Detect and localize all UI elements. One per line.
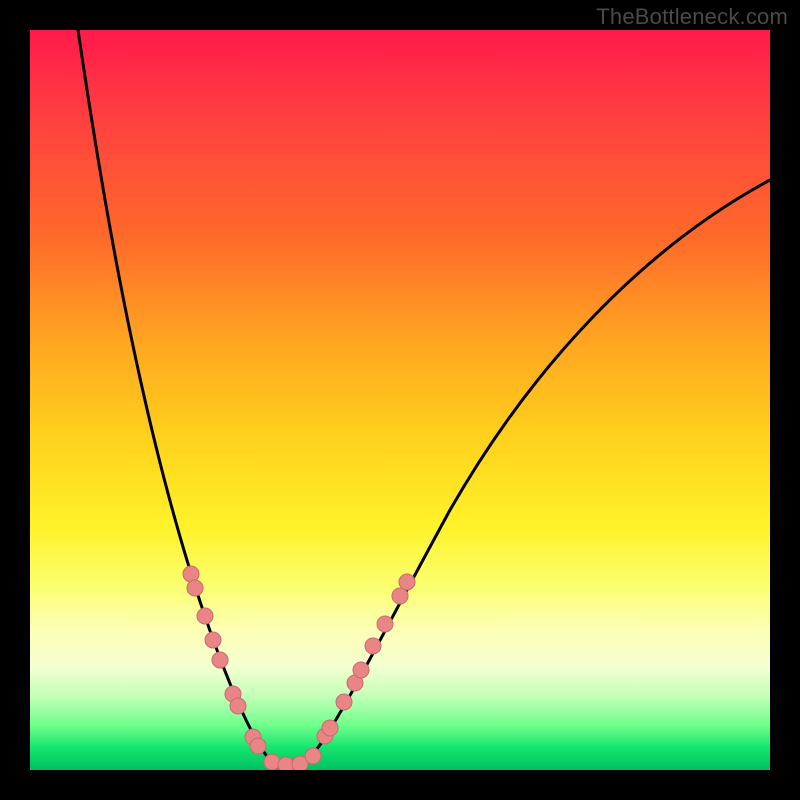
- data-dot: [377, 616, 393, 632]
- curve-svg: [30, 30, 770, 770]
- data-dot: [365, 638, 381, 654]
- data-dot: [392, 588, 408, 604]
- data-dot: [399, 574, 415, 590]
- data-dot: [205, 632, 221, 648]
- data-dot: [230, 698, 246, 714]
- data-dot: [336, 694, 352, 710]
- data-dot: [183, 566, 199, 582]
- data-dot: [305, 748, 321, 764]
- watermark-text: TheBottleneck.com: [596, 4, 788, 30]
- chart-frame: TheBottleneck.com: [0, 0, 800, 800]
- data-dot: [187, 580, 203, 596]
- data-dot: [197, 608, 213, 624]
- data-dot: [322, 720, 338, 736]
- data-dot: [250, 738, 266, 754]
- data-dot: [353, 662, 369, 678]
- data-dot: [264, 754, 280, 770]
- plot-area: [30, 30, 770, 770]
- left-curve: [78, 30, 288, 768]
- data-dot: [212, 652, 228, 668]
